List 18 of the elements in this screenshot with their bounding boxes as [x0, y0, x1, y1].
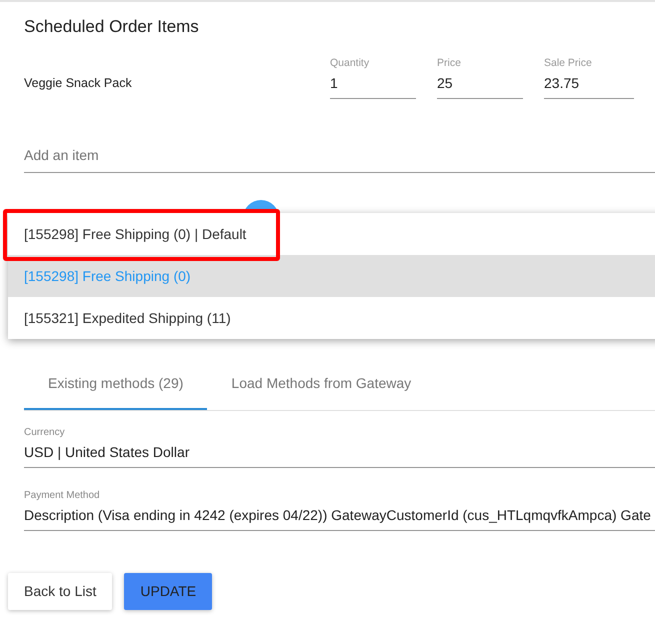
- item-name: Veggie Snack Pack: [24, 74, 133, 92]
- section-title: Scheduled Order Items: [24, 16, 200, 38]
- tab[interactable]: Existing methods (29): [24, 359, 208, 410]
- field-label: Currency: [24, 426, 66, 440]
- field-label: Payment Method: [24, 489, 101, 504]
- input-field[interactable]: 25: [437, 71, 523, 100]
- input-field[interactable]: 1: [330, 71, 416, 100]
- dropdown-option[interactable]: [155298] Free Shipping (0) | Default: [8, 213, 655, 255]
- dropdown-option[interactable]: [155321] Expedited Shipping (11): [8, 297, 655, 339]
- select-field[interactable]: Description (Visa ending in 4242 (expires 04/22)) GatewayCustomerId (cus_HTLqmqvfkAmpca) Gate: [24, 503, 655, 532]
- field-label: Price: [437, 56, 462, 70]
- input-field[interactable]: 23.75: [544, 71, 634, 100]
- tab[interactable]: Load Methods from Gateway: [207, 359, 436, 410]
- field-label: Quantity: [330, 56, 370, 70]
- field-label: Sale Price: [544, 56, 593, 70]
- select-field[interactable]: USD | United States Dollar: [24, 440, 655, 468]
- back-button[interactable]: Back to List: [8, 573, 112, 610]
- update-button[interactable]: UPDATE: [124, 573, 212, 610]
